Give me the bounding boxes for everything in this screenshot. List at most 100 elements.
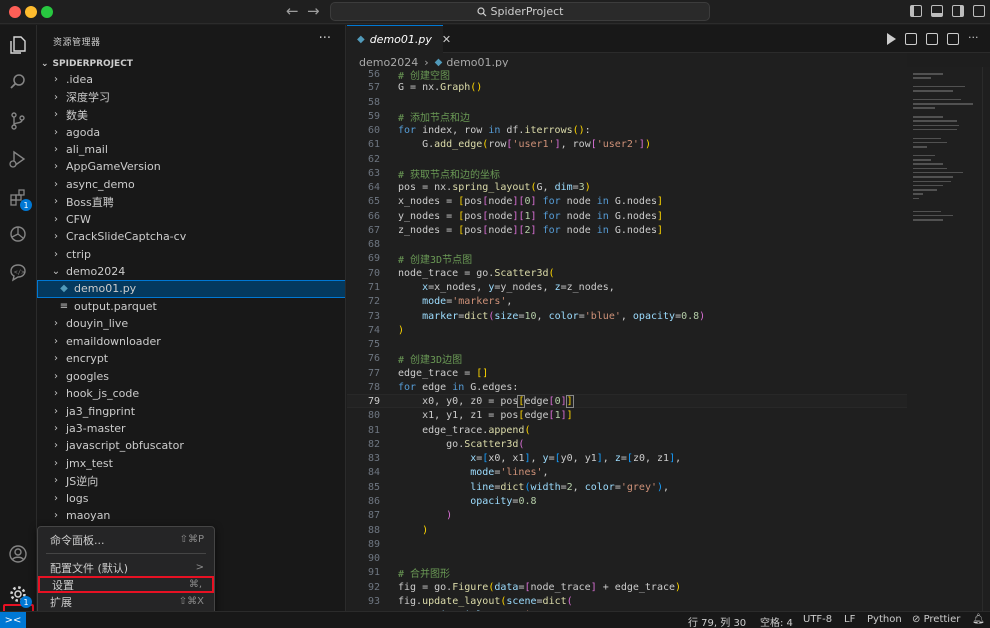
command-center-search[interactable]: SpiderProject xyxy=(330,2,710,21)
tree-item[interactable]: › AppGameVersion xyxy=(37,158,345,175)
code-line: 59 # 添加节点和边 xyxy=(367,110,471,124)
cursor-position[interactable]: 行 79, 列 30 xyxy=(688,614,746,628)
language-mode[interactable]: Python xyxy=(867,614,902,625)
tab-demo01[interactable]: ◆ demo01.py ✕ xyxy=(347,25,451,53)
maximize-window-button[interactable] xyxy=(41,6,53,18)
chevron-right-icon: › xyxy=(54,457,58,469)
diff-icon[interactable] xyxy=(905,33,917,45)
tree-item[interactable]: › encrypt xyxy=(37,350,345,367)
minimize-window-button[interactable] xyxy=(25,6,37,18)
chat-icon[interactable]: </> xyxy=(6,260,30,284)
search-icon[interactable] xyxy=(6,70,30,94)
vertical-scrollbar[interactable] xyxy=(982,67,990,611)
prettier-label: Prettier xyxy=(923,614,961,625)
more-actions-icon[interactable]: ··· xyxy=(319,31,331,46)
tree-item[interactable]: › .idea xyxy=(37,71,345,88)
tree-item[interactable]: › CrackSlideCaptcha-cv xyxy=(37,228,345,245)
tree-item[interactable]: › 深度学习 xyxy=(37,88,345,105)
notifications-icon[interactable]: 🔔︎ xyxy=(972,614,985,625)
tree-item[interactable]: › ja3_fingprint xyxy=(37,402,345,419)
tree-item-label: 深度学习 xyxy=(66,91,110,105)
chevron-right-icon: › xyxy=(54,109,58,121)
activity-bar: 1 </> 1 xyxy=(0,25,37,628)
tree-item[interactable]: › douyin_live xyxy=(37,315,345,332)
code-line: 63 # 获取节点和边的坐标 xyxy=(367,167,501,181)
menu-item[interactable]: 扩展 ⇧⌘X xyxy=(38,593,214,610)
minimap-line xyxy=(913,210,941,213)
tree-item-label: .idea xyxy=(66,73,94,87)
tree-item-label: demo2024 xyxy=(66,265,126,279)
extensions-icon[interactable]: 1 xyxy=(6,185,32,211)
tree-item[interactable]: › emaildownloader xyxy=(37,333,345,350)
tree-item[interactable]: › ja3-master xyxy=(37,420,345,437)
toggle-panel-icon[interactable] xyxy=(931,5,943,17)
chevron-right-icon: › xyxy=(54,353,58,365)
explorer-icon[interactable] xyxy=(6,33,30,57)
back-arrow-icon[interactable]: ← xyxy=(286,2,299,20)
indentation[interactable]: 空格: 4 xyxy=(760,614,793,628)
tree-item[interactable]: › jmx_test xyxy=(37,455,345,472)
tree-item[interactable]: › async_demo xyxy=(37,176,345,193)
code-line: 86 opacity=0.8 xyxy=(367,495,537,507)
tree-item[interactable]: › CFW xyxy=(37,211,345,228)
tree-item[interactable]: › hook_js_code xyxy=(37,385,345,402)
toggle-secondary-sidebar-icon[interactable] xyxy=(952,5,964,17)
minimap-line xyxy=(913,103,973,105)
tree-item[interactable]: ⌄ demo2024 xyxy=(37,263,345,280)
close-icon[interactable]: ✕ xyxy=(442,33,451,46)
minimap[interactable] xyxy=(907,67,982,611)
prettier-status[interactable]: ⊘ Prettier xyxy=(912,614,960,625)
tree-item[interactable]: › ctrip xyxy=(37,245,345,262)
tree-item[interactable]: › maoyan xyxy=(37,507,345,524)
code-line: 80 x1, y1, z1 = pos[edge[1]] xyxy=(367,409,573,421)
editor-actions: ··· xyxy=(887,32,980,45)
end-of-line[interactable]: LF xyxy=(844,614,855,625)
tree-item[interactable]: › javascript_obfuscator xyxy=(37,437,345,454)
tree-item[interactable]: ◆ demo01.py xyxy=(37,280,345,298)
code-line-current: 79 x0, y0, z0 = pos[edge[0]] xyxy=(347,394,907,409)
code-editor[interactable]: 56 # 创建空图 57 G = nx.Graph() 58 59 # 添加节点和边 … xyxy=(347,67,907,611)
minimap-line xyxy=(913,85,965,88)
tree-item[interactable]: › 数美 xyxy=(37,106,345,123)
menu-item-label: 命令面板... xyxy=(50,533,105,547)
split-editor-icon[interactable] xyxy=(947,33,959,45)
gear-icon[interactable]: 1 xyxy=(6,582,32,608)
minimap-line xyxy=(913,124,959,127)
toggle-sidebar-icon[interactable] xyxy=(910,5,922,17)
preview-icon[interactable] xyxy=(926,33,938,45)
customize-layout-icon[interactable] xyxy=(973,5,985,17)
tree-item[interactable]: › logs xyxy=(37,490,345,507)
tree-item[interactable]: › Boss直聘 xyxy=(37,193,345,210)
more-icon[interactable]: ··· xyxy=(968,32,980,45)
tree-item[interactable]: ≡ output.parquet xyxy=(37,298,345,315)
encoding[interactable]: UTF-8 xyxy=(803,614,832,625)
close-window-button[interactable] xyxy=(9,6,21,18)
code-line: 69 # 创建3D节点图 xyxy=(367,252,473,266)
tree-item-label: Boss直聘 xyxy=(66,195,114,209)
settings-badge: 1 xyxy=(20,596,32,608)
chatgpt-icon[interactable] xyxy=(6,222,30,246)
run-icon[interactable] xyxy=(887,33,896,45)
account-icon[interactable] xyxy=(6,542,30,566)
code-line: 84 mode='lines', xyxy=(367,466,549,478)
menu-item[interactable]: 设置 ⌘, xyxy=(38,576,214,593)
remote-indicator[interactable]: >< xyxy=(0,612,26,628)
tree-item[interactable]: › JS逆向 xyxy=(37,472,345,489)
run-debug-icon[interactable] xyxy=(6,147,30,171)
menu-item-shortcut: ⇧⌘P xyxy=(179,534,204,545)
minimap-line xyxy=(913,73,943,75)
chevron-right-icon: › xyxy=(54,370,58,382)
tree-item[interactable]: › ali_mail xyxy=(37,141,345,158)
source-control-icon[interactable] xyxy=(6,109,30,133)
tree-item[interactable]: › agoda xyxy=(37,123,345,140)
code-line: 66 y_nodes = [pos[node][1] for node in G.… xyxy=(367,210,664,222)
minimap-line xyxy=(913,146,927,148)
forward-arrow-icon[interactable]: → xyxy=(307,2,320,20)
chevron-right-icon: › xyxy=(54,143,58,155)
menu-item[interactable]: 命令面板... ⇧⌘P xyxy=(38,531,214,548)
menu-item[interactable]: 配置文件 (默认) > xyxy=(38,559,214,576)
tree-item[interactable]: › googles xyxy=(37,367,345,384)
minimap-line xyxy=(913,167,947,170)
chevron-right-icon: › xyxy=(54,178,58,190)
python-file-icon: ◆ xyxy=(434,56,443,68)
